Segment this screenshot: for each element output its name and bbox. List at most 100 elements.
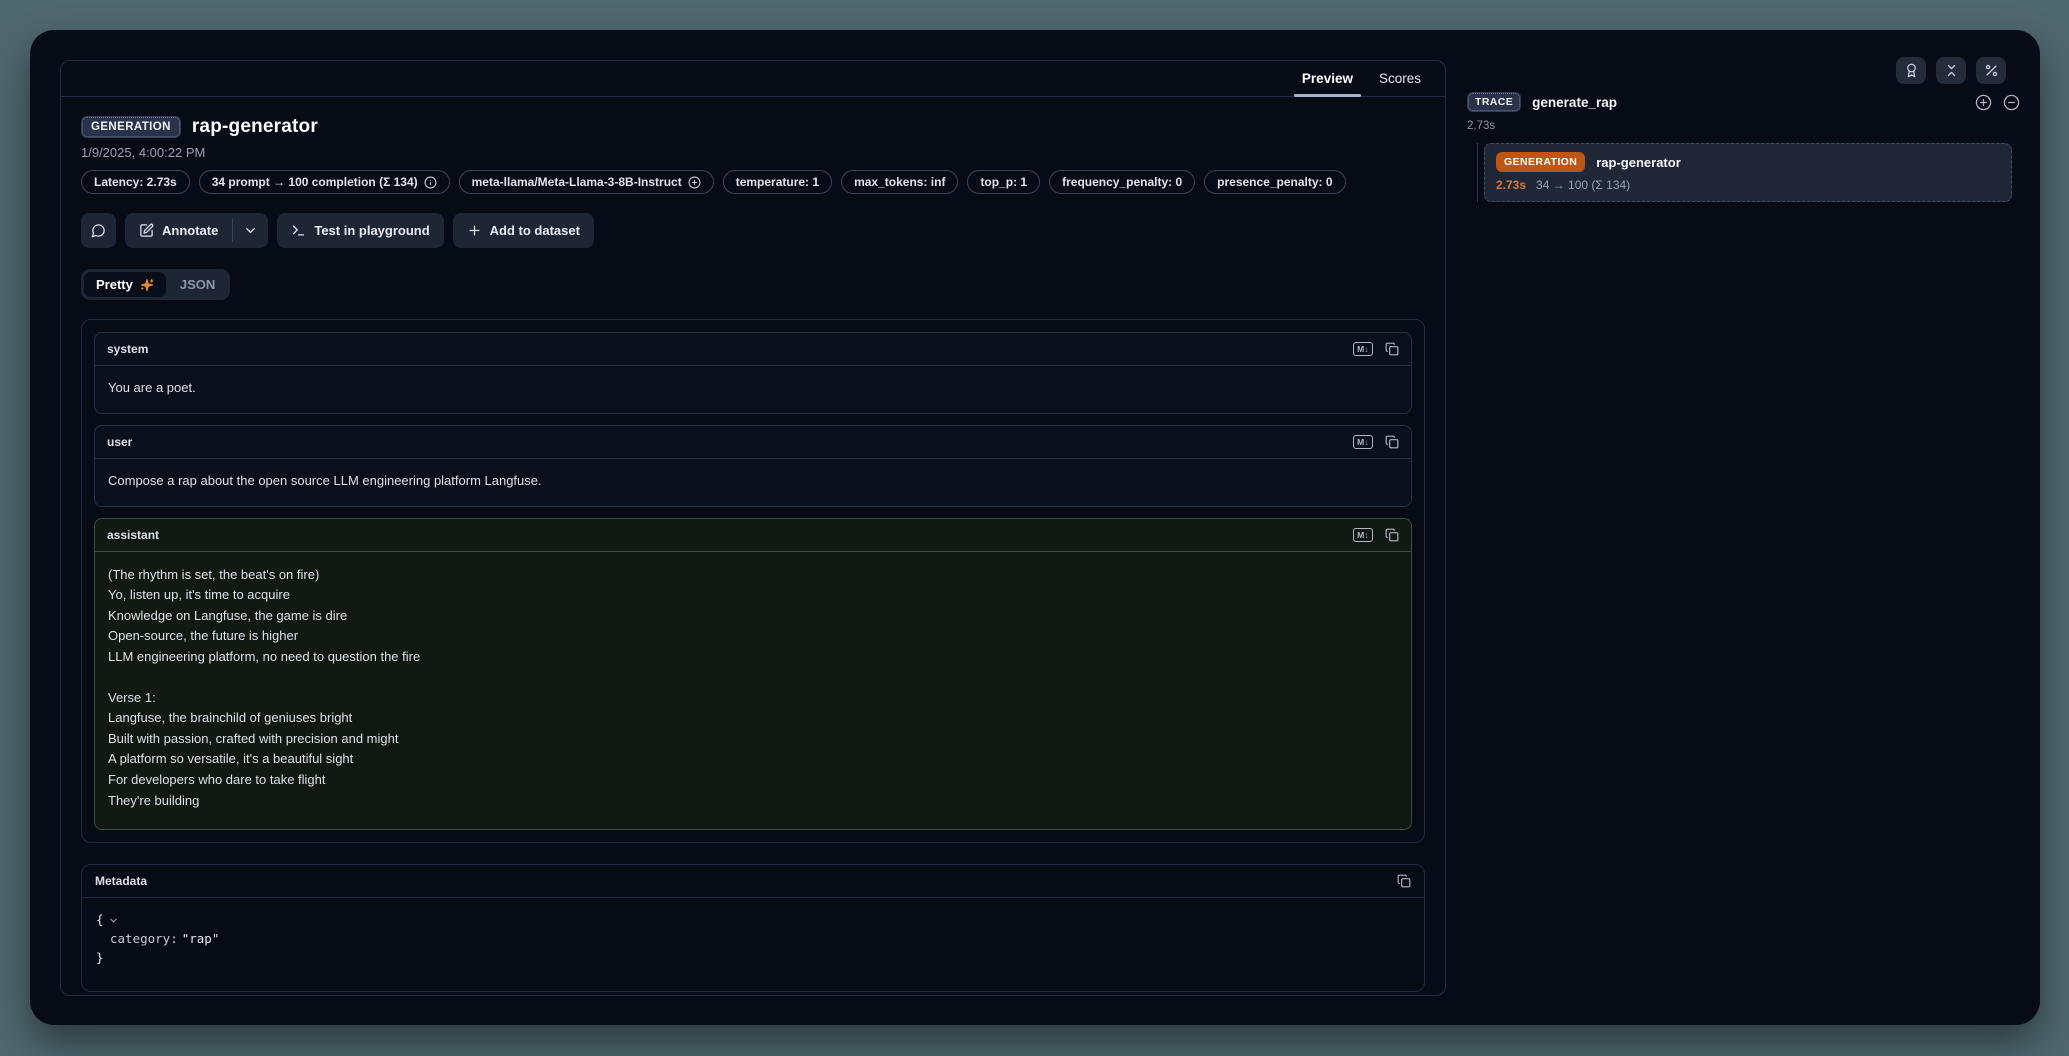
annotate-dropdown-button[interactable]	[233, 213, 268, 248]
action-toolbar: Annotate Test in playground	[81, 213, 1425, 248]
generation-node-latency: 2.73s	[1496, 178, 1526, 192]
presence-penalty-badge-label: presence_penalty: 0	[1217, 175, 1332, 189]
max-tokens-badge-label: max_tokens: inf	[854, 175, 945, 189]
user-message-card: user M↓ Compose a rap about the open sou…	[94, 425, 1412, 507]
percent-view-button[interactable]	[1976, 57, 2006, 84]
markdown-toggle-icon[interactable]: M↓	[1353, 528, 1373, 542]
assistant-message-actions: M↓	[1353, 528, 1399, 542]
observation-timestamp: 1/9/2025, 4:00:22 PM	[81, 145, 1425, 160]
comments-button[interactable]	[81, 213, 116, 248]
percent-icon	[1984, 63, 1999, 78]
plus-circle-icon[interactable]	[688, 176, 701, 189]
trace-latency: 2.73s	[1467, 120, 2020, 132]
add-to-dataset-label: Add to dataset	[490, 223, 580, 238]
markdown-toggle-icon[interactable]: M↓	[1353, 342, 1373, 356]
generation-node-name: rap-generator	[1596, 155, 1681, 170]
observation-panel: Preview Scores GENERATION rap-generator …	[60, 60, 1446, 996]
comment-bubble-icon	[91, 223, 106, 238]
generation-node-stats: 2.73s 34 → 100 (Σ 134)	[1496, 178, 2000, 192]
window-controls	[1896, 57, 2006, 84]
latency-badge-label: Latency: 2.73s	[94, 175, 177, 189]
add-to-dataset-button[interactable]: Add to dataset	[453, 213, 594, 248]
plus-icon	[467, 223, 482, 238]
observation-title: rap-generator	[192, 116, 318, 138]
copy-icon[interactable]	[1385, 435, 1399, 449]
copy-icon[interactable]	[1397, 874, 1411, 888]
assistant-message-content: (The rhythm is set, the beat's on fire) …	[95, 552, 1411, 829]
tab-scores[interactable]: Scores	[1379, 61, 1421, 96]
top-p-badge: top_p: 1	[967, 170, 1040, 194]
annotations-award-button[interactable]	[1896, 57, 1926, 84]
top-p-badge-label: top_p: 1	[980, 175, 1027, 189]
metadata-key: category:	[110, 930, 178, 949]
plus-circle-icon	[1975, 94, 1992, 111]
annotate-button-label: Annotate	[162, 223, 218, 238]
collapse-all-button[interactable]	[2003, 94, 2020, 111]
system-role-label: system	[107, 342, 148, 356]
system-message-card: system M↓ You are a poet.	[94, 332, 1412, 414]
assistant-message-header: assistant M↓	[95, 519, 1411, 552]
pretty-json-toggle: Pretty JSON	[81, 269, 230, 300]
close-brace: }	[96, 949, 104, 968]
preview-scores-tabbar: Preview Scores	[61, 61, 1445, 97]
info-icon[interactable]	[424, 176, 437, 189]
json-view-label: JSON	[180, 277, 215, 292]
system-message-content: You are a poet.	[95, 366, 1411, 413]
trace-type-badge: TRACE	[1467, 92, 1521, 112]
collapse-chevron-icon[interactable]	[108, 915, 119, 926]
test-in-playground-button[interactable]: Test in playground	[277, 213, 443, 248]
user-message-header: user M↓	[95, 426, 1411, 459]
metadata-category-line: category: "rap"	[96, 930, 1410, 949]
collapse-panel-button[interactable]	[1936, 57, 1966, 84]
expand-all-button[interactable]	[1975, 94, 1992, 111]
frequency-penalty-badge-label: frequency_penalty: 0	[1062, 175, 1182, 189]
markdown-toggle-icon[interactable]: M↓	[1353, 435, 1373, 449]
model-badge[interactable]: meta-llama/Meta-Llama-3-8B-Instruct	[459, 170, 714, 194]
messages-container: system M↓ You are a poet. user	[81, 319, 1425, 843]
observation-header: GENERATION rap-generator	[81, 116, 1425, 138]
terminal-icon	[291, 223, 306, 238]
metadata-container: Metadata { category: "rap"	[81, 864, 1425, 992]
generation-tree-node[interactable]: GENERATION rap-generator 2.73s 34 → 100 …	[1484, 143, 2012, 202]
json-view-button[interactable]: JSON	[168, 272, 227, 297]
annotate-button[interactable]: Annotate	[125, 213, 232, 248]
presence-penalty-badge: presence_penalty: 0	[1204, 170, 1345, 194]
max-tokens-badge: max_tokens: inf	[841, 170, 958, 194]
metadata-open-brace-line: {	[96, 911, 1410, 930]
award-icon	[1904, 63, 1919, 78]
open-brace: {	[96, 911, 104, 930]
trace-root-row[interactable]: TRACE generate_rap	[1467, 92, 2020, 112]
assistant-message-card: assistant M↓ (The rhythm is set, the bea…	[94, 518, 1412, 830]
trace-tree: GENERATION rap-generator 2.73s 34 → 100 …	[1477, 143, 2020, 202]
copy-icon[interactable]	[1385, 528, 1399, 542]
tab-preview[interactable]: Preview	[1302, 61, 1353, 96]
generation-type-badge: GENERATION	[81, 116, 181, 138]
token-usage-badge[interactable]: 34 prompt → 100 completion (Σ 134)	[199, 170, 450, 194]
active-tab-underline	[1294, 94, 1361, 97]
model-badge-label: meta-llama/Meta-Llama-3-8B-Instruct	[472, 175, 682, 189]
user-role-label: user	[107, 435, 132, 449]
user-message-content: Compose a rap about the open source LLM …	[95, 459, 1411, 506]
generation-node-tokens: 34 → 100 (Σ 134)	[1536, 178, 1630, 192]
system-message-actions: M↓	[1353, 342, 1399, 356]
parameter-badges: Latency: 2.73s 34 prompt → 100 completio…	[81, 170, 1425, 194]
pretty-view-button[interactable]: Pretty	[84, 272, 166, 297]
copy-icon[interactable]	[1385, 342, 1399, 356]
observation-content: GENERATION rap-generator 1/9/2025, 4:00:…	[61, 97, 1445, 992]
metadata-value: "rap"	[182, 930, 220, 949]
metadata-title: Metadata	[95, 874, 147, 888]
temperature-badge: temperature: 1	[723, 170, 832, 194]
trace-tree-sidebar: TRACE generate_rap 2.73s GENERATION rap-…	[1467, 92, 2020, 202]
tab-scores-label: Scores	[1379, 71, 1421, 86]
edit-pencil-icon	[139, 223, 154, 238]
chevron-down-icon	[243, 223, 258, 238]
annotate-split-button: Annotate	[125, 213, 268, 248]
metadata-json: { category: "rap" }	[82, 898, 1424, 991]
frequency-penalty-badge: frequency_penalty: 0	[1049, 170, 1195, 194]
chevrons-down-up-icon	[1944, 63, 1959, 78]
token-usage-label: 34 prompt → 100 completion (Σ 134)	[212, 175, 418, 189]
trace-name: generate_rap	[1532, 95, 1617, 110]
temperature-badge-label: temperature: 1	[736, 175, 819, 189]
generation-node-type-badge: GENERATION	[1496, 152, 1585, 172]
tab-preview-label: Preview	[1302, 71, 1353, 86]
